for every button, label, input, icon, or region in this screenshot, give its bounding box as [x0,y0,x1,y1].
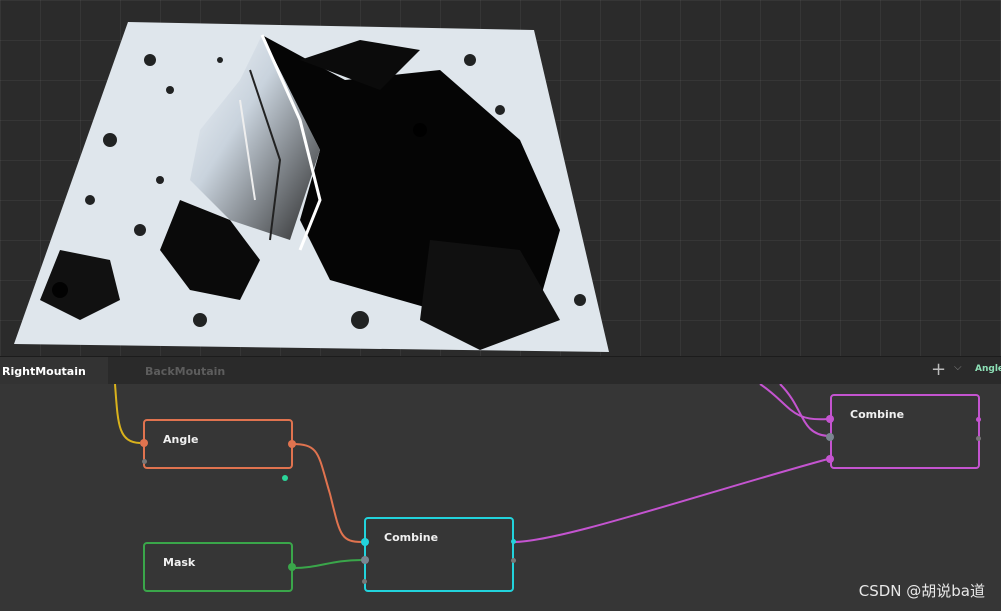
terrain-preview [14,22,609,352]
combine-right-input-b[interactable] [826,433,834,441]
combine-center-input-c[interactable] [362,579,367,584]
angle-preview-dot [282,475,288,481]
combine-right-input-c[interactable] [826,455,834,463]
combine-center-title: Combine [384,531,439,544]
wire-angle-combine [291,443,363,543]
combine-center-input-b[interactable] [361,556,369,564]
add-tab-icon[interactable]: + [931,360,946,380]
angle-node[interactable]: Angle [143,419,293,469]
mask-node-title: Mask [163,556,196,569]
angle-output-port[interactable] [288,440,296,448]
mask-node[interactable]: Mask [143,542,293,592]
combine-right-output[interactable] [976,417,981,422]
chevron-down-icon[interactable]: ⌵ [954,362,962,373]
tab-right-moutain[interactable]: RightMoutain [0,357,108,385]
combine-center-output[interactable] [511,539,516,544]
tab-back-moutain[interactable]: BackMoutain [143,357,227,385]
combine-center-input-a[interactable] [361,538,369,546]
combine-node-right[interactable]: Combine [830,394,980,469]
wire-combine-combine [512,458,829,543]
combine-right-title: Combine [850,408,905,421]
combine-right-input-a[interactable] [826,415,834,423]
graph-tab-bar: RightMoutain BackMoutain + ⌵ Angle [0,356,1001,385]
angle-node-title: Angle [163,433,199,446]
wire-mask-combine [292,559,363,569]
current-node-label: Angle [975,364,1001,374]
angle-input-port[interactable] [140,439,148,447]
combine-node-center[interactable]: Combine [364,517,514,592]
wire-yellow [114,384,141,444]
wire-top-2 [779,384,829,437]
combine-right-output-2[interactable] [976,436,981,441]
3d-viewport[interactable] [0,0,1001,356]
angle-input-port-2[interactable] [142,459,147,464]
watermark-text: CSDN @胡说ba道 [858,582,985,600]
combine-center-output-2[interactable] [511,558,516,563]
mask-output-port[interactable] [288,563,296,571]
node-graph-canvas[interactable]: Angle Mask Combine Combine CSDN @胡说ba道 [0,384,1001,611]
